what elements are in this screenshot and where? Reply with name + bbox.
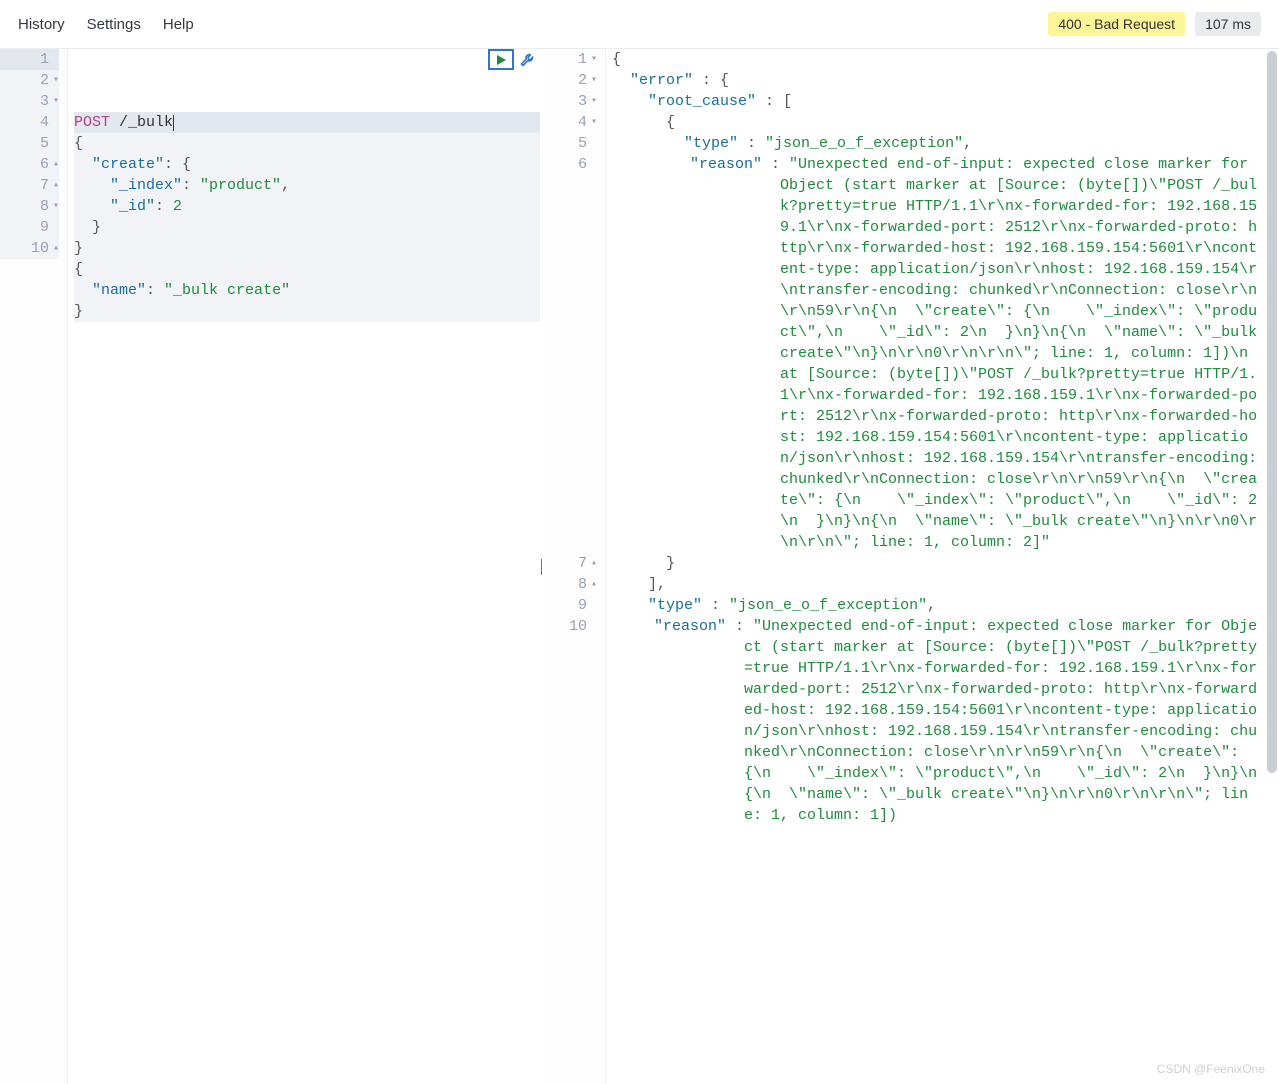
code-line[interactable]: }	[74, 217, 540, 238]
gutter-line: 6	[544, 154, 597, 553]
gutter-line: 5	[544, 133, 597, 154]
code-line[interactable]: {	[74, 133, 540, 154]
code-line[interactable]: "error" : {	[612, 70, 1279, 91]
response-pane[interactable]: 1▾2▾3▾4▾567▴8▴910 { "error" : { "root_ca…	[544, 49, 1279, 1084]
gutter-line: 10▴	[0, 238, 59, 259]
gutter-line: 1	[0, 49, 59, 70]
code-line[interactable]: "_id": 2	[74, 196, 540, 217]
request-pane[interactable]: 12▾3▾456▴7▴8▾910▴ POST /_bulk{ "create":…	[0, 49, 540, 1084]
editor-container: 12▾3▾456▴7▴8▾910▴ POST /_bulk{ "create":…	[0, 48, 1279, 1084]
play-icon	[496, 54, 507, 66]
response-time-badge: 107 ms	[1195, 12, 1261, 36]
gutter-line: 8▴	[544, 574, 597, 595]
code-line[interactable]: {	[74, 259, 540, 280]
menu-left: History Settings Help	[18, 16, 194, 33]
response-code[interactable]: { "error" : { "root_cause" : [ { "type" …	[606, 49, 1279, 1084]
gutter-line: 7▴	[0, 175, 59, 196]
code-line[interactable]: }	[74, 238, 540, 259]
gutter-line: 3▾	[0, 91, 59, 112]
code-line[interactable]: }	[612, 553, 1279, 574]
gutter-line: 6▴	[0, 154, 59, 175]
scrollbar-thumb[interactable]	[1267, 51, 1277, 773]
response-gutter: 1▾2▾3▾4▾567▴8▴910	[544, 49, 606, 1084]
menu-history[interactable]: History	[18, 16, 65, 33]
menu-right: 400 - Bad Request 107 ms	[1048, 12, 1261, 36]
gutter-line: 2▾	[544, 70, 597, 91]
gutter-line: 10	[544, 616, 597, 826]
code-line[interactable]: {	[612, 112, 1279, 133]
gutter-line: 2▾	[0, 70, 59, 91]
watermark: CSDN @FeenixOne	[1157, 1062, 1265, 1076]
code-line[interactable]: {	[612, 49, 1279, 70]
code-line[interactable]: }	[74, 301, 540, 322]
wrench-icon	[519, 52, 535, 68]
request-gutter: 12▾3▾456▴7▴8▾910▴	[0, 49, 68, 1084]
gutter-line: 3▾	[544, 91, 597, 112]
tools-button[interactable]	[514, 49, 540, 70]
code-line[interactable]: "type" : "json_e_o_f_exception",	[612, 133, 1279, 154]
gutter-line: 7▴	[544, 553, 597, 574]
code-line[interactable]: "_index": "product",	[74, 175, 540, 196]
gutter-line: 4	[0, 112, 59, 133]
code-line[interactable]: "reason" : "Unexpected end-of-input: exp…	[612, 154, 1279, 553]
gutter-line: 1▾	[544, 49, 597, 70]
request-code[interactable]: POST /_bulk{ "create": { "_index": "prod…	[68, 49, 540, 1084]
gutter-line: 9	[544, 595, 597, 616]
status-badge: 400 - Bad Request	[1048, 12, 1185, 36]
code-line[interactable]: POST /_bulk	[74, 112, 540, 133]
code-line[interactable]: "reason" : "Unexpected end-of-input: exp…	[612, 616, 1279, 826]
request-actions	[488, 49, 540, 70]
code-line[interactable]: "root_cause" : [	[612, 91, 1279, 112]
top-bar: History Settings Help 400 - Bad Request …	[0, 0, 1279, 48]
code-line[interactable]: "create": {	[74, 154, 540, 175]
gutter-line: 9	[0, 217, 59, 238]
code-line[interactable]: "type" : "json_e_o_f_exception",	[612, 595, 1279, 616]
menu-help[interactable]: Help	[163, 16, 194, 33]
scrollbar[interactable]	[1267, 51, 1277, 1082]
code-line[interactable]: "name": "_bulk create"	[74, 280, 540, 301]
run-button[interactable]	[488, 49, 514, 70]
gutter-line: 4▾	[544, 112, 597, 133]
menu-settings[interactable]: Settings	[87, 16, 141, 33]
gutter-line: 8▾	[0, 196, 59, 217]
code-line[interactable]: ],	[612, 574, 1279, 595]
gutter-line: 5	[0, 133, 59, 154]
